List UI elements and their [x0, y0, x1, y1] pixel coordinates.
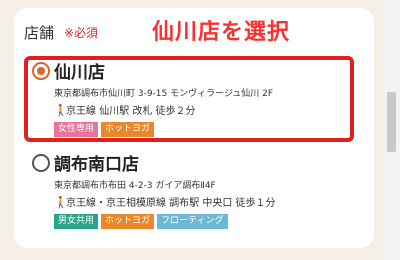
tag: 女性専用: [54, 122, 99, 137]
radio-chofu-minamiguchi[interactable]: [32, 154, 50, 172]
store-option-chofu-minamiguchi[interactable]: 調布南口店 東京都調布市布田 4-2-3 ガイア調布Ⅱ4F 🚶京王線・京王相模原…: [28, 150, 368, 240]
required-marker: ※必須: [64, 26, 99, 40]
tag: ホットヨガ: [101, 214, 155, 229]
tag-list: 女性専用 ホットヨガ: [54, 122, 155, 137]
instruction-banner: 仙川店を選択: [152, 20, 291, 45]
store-option-sengawa[interactable]: 仙川店 東京都調布市仙川町 3-9-15 モンヴィラージュ仙川 2F 🚶京王線 …: [28, 58, 368, 148]
store-address: 東京都調布市仙川町 3-9-15 モンヴィラージュ仙川 2F: [54, 89, 274, 99]
access-text: 京王線 仙川駅 改札 徒歩２分: [66, 106, 196, 117]
store-access: 🚶京王線 仙川駅 改札 徒歩２分: [54, 102, 196, 117]
tag: フローティング: [157, 214, 228, 229]
walk-icon: 🚶: [54, 196, 68, 209]
store-name: 仙川店: [54, 63, 105, 83]
store-name: 調布南口店: [54, 155, 139, 175]
scrollbar[interactable]: [382, 0, 400, 260]
radio-sengawa[interactable]: [32, 62, 50, 80]
tag: ホットヨガ: [101, 122, 155, 137]
field-label: 店舗: [24, 24, 55, 42]
scrollbar-thumb[interactable]: [387, 92, 396, 152]
store-address: 東京都調布市布田 4-2-3 ガイア調布Ⅱ4F: [54, 181, 216, 191]
tag-list: 男女共用 ホットヨガ フローティング: [54, 214, 228, 229]
walk-icon: 🚶: [54, 104, 68, 117]
store-access: 🚶京王線・京王相模原線 調布駅 中央口 徒歩１分: [54, 194, 276, 209]
tag: 男女共用: [54, 214, 99, 229]
access-text: 京王線・京王相模原線 調布駅 中央口 徒歩１分: [66, 198, 276, 209]
